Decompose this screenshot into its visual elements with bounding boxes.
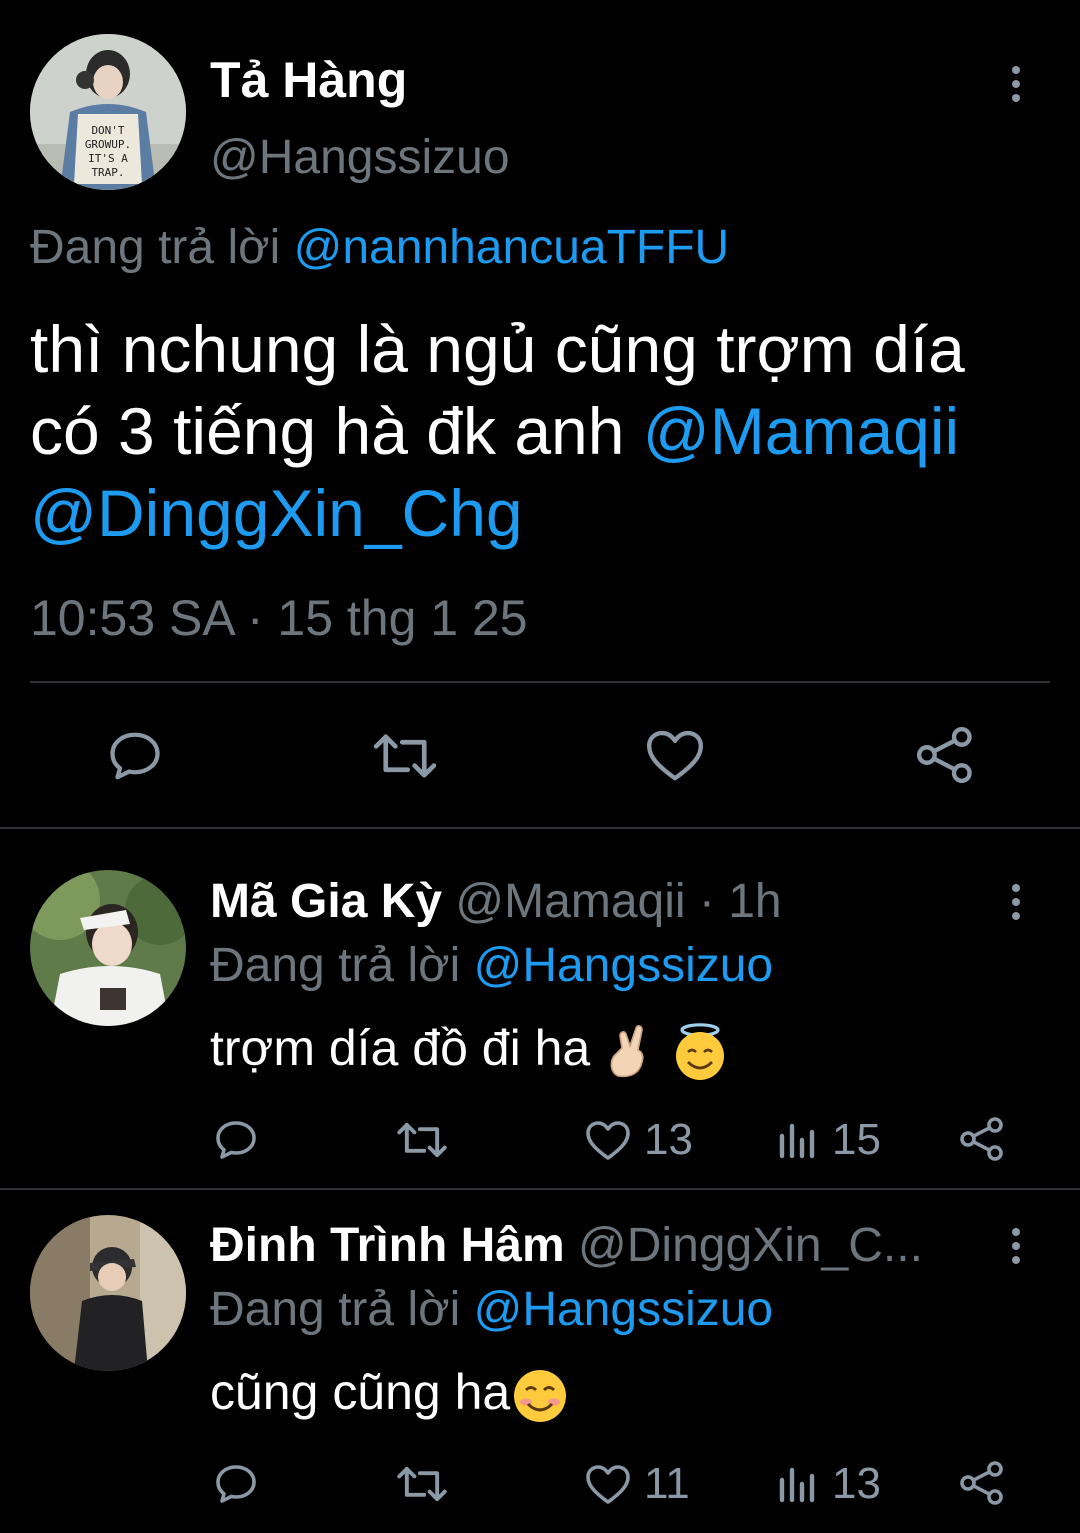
smiling-blush-emoji-icon — [514, 1369, 567, 1422]
reply2-share-button[interactable] — [958, 1458, 1006, 1508]
reply1-text: trợm día đồ đi ha — [210, 1016, 730, 1082]
views-icon — [779, 1123, 815, 1159]
reply1-replying-to[interactable]: @Hangssizuo — [474, 939, 774, 992]
reply1-like-button[interactable]: 13 — [584, 1112, 693, 1168]
retweet-icon — [397, 1122, 447, 1158]
svg-text:DON'T: DON'T — [91, 124, 124, 137]
reply1-replying-line: Đang trả lời @Hangssizuo — [210, 936, 773, 996]
mention-mamaqii[interactable]: @Mamaqii — [643, 394, 959, 468]
main-more-icon[interactable] — [1012, 66, 1020, 108]
like-icon — [586, 1465, 630, 1504]
main-tweet-text: thì nchung là ngủ cũng trợm día có 3 tiế… — [30, 308, 965, 554]
reply2-replying-label: Đang trả lời — [210, 1283, 461, 1336]
like-icon — [646, 730, 704, 781]
main-like-button[interactable] — [644, 726, 706, 784]
reply1-author-name[interactable]: Mã Gia Kỳ — [210, 875, 442, 928]
replying-label: Đang trả lời — [30, 221, 281, 274]
mention-dinggxin[interactable]: @DinggXin_Chg — [30, 472, 965, 554]
views-icon — [779, 1467, 815, 1503]
reply-icon — [216, 1465, 256, 1503]
reply1-time: · 1h — [685, 875, 782, 928]
reply2-like-button[interactable]: 11 — [584, 1456, 690, 1512]
reply2-text: cũng cũng ha — [210, 1360, 570, 1426]
main-author-name[interactable]: Tả Hàng — [210, 50, 407, 110]
crossed-fingers-emoji-icon — [610, 1024, 644, 1077]
reply2-like-count: 11 — [644, 1459, 690, 1508]
main-retweet-button[interactable] — [372, 728, 438, 784]
smiling-halo-emoji-icon — [676, 1022, 725, 1080]
reply2-text-content: cũng cũng ha — [210, 1364, 511, 1420]
svg-text:GROWUP.: GROWUP. — [85, 138, 131, 151]
like-icon — [586, 1121, 630, 1160]
reply-icon — [216, 1121, 256, 1159]
main-divider — [30, 681, 1050, 683]
tweet-text-line2: có 3 tiếng hà đk anh @Mamaqii — [30, 390, 965, 472]
reply2-replying-to[interactable]: @Hangssizuo — [474, 1283, 774, 1336]
main-author-avatar[interactable]: DON'T GROWUP. IT'S A TRAP. — [30, 34, 186, 190]
reply1-text-content: trợm día đồ đi ha — [210, 1020, 591, 1076]
reply2-reply-button[interactable] — [212, 1460, 260, 1508]
reply-icon — [110, 732, 160, 780]
reply2-header: Đinh Trình Hâm @DinggXin_C... — [210, 1216, 923, 1276]
main-share-button[interactable] — [914, 724, 976, 786]
main-author-handle[interactable]: @Hangssizuo — [210, 128, 510, 188]
section-divider-2 — [0, 1188, 1080, 1190]
retweet-icon — [397, 1466, 447, 1502]
reply2-view-count: 13 — [832, 1459, 881, 1508]
share-icon — [960, 1461, 1003, 1505]
reply2-views-button[interactable]: 13 — [776, 1456, 881, 1512]
section-divider-1 — [0, 827, 1080, 829]
reply1-replying-label: Đang trả lời — [210, 939, 461, 992]
reply1-author-handle[interactable]: @Mamaqii — [455, 875, 685, 928]
reply1-retweet-button[interactable] — [396, 1118, 448, 1162]
reply2-more-icon[interactable] — [1012, 1228, 1020, 1270]
reply2-retweet-button[interactable] — [396, 1462, 448, 1506]
reply2-author-handle[interactable]: @DinggXin_C... — [578, 1219, 923, 1272]
share-icon — [916, 726, 972, 784]
replying-to-link[interactable]: @nannhancuaTFFU — [294, 221, 730, 274]
svg-text:TRAP.: TRAP. — [91, 166, 124, 179]
tweet-text-line1: thì nchung là ngủ cũng trợm día — [30, 312, 965, 386]
reply2-replying-line: Đang trả lời @Hangssizuo — [210, 1280, 773, 1340]
main-replying-line: Đang trả lời @nannhancuaTFFU — [30, 218, 729, 278]
tweet-text-line2-text: có 3 tiếng hà đk anh — [30, 394, 625, 468]
main-reply-button[interactable] — [104, 726, 166, 786]
reply1-reply-button[interactable] — [212, 1116, 260, 1164]
reply1-avatar[interactable] — [30, 870, 186, 1026]
reply1-share-button[interactable] — [958, 1114, 1006, 1164]
main-timestamp[interactable]: 10:53 SA · 15 thg 1 25 — [30, 588, 528, 648]
reply1-like-count: 13 — [644, 1115, 693, 1164]
reply1-header: Mã Gia Kỳ @Mamaqii · 1h — [210, 872, 782, 932]
reply1-view-count: 15 — [832, 1115, 881, 1164]
reply2-author-name[interactable]: Đinh Trình Hâm — [210, 1219, 565, 1272]
retweet-icon — [373, 734, 437, 778]
reply1-views-button[interactable]: 15 — [776, 1112, 881, 1168]
reply1-more-icon[interactable] — [1012, 884, 1020, 926]
svg-text:IT'S A: IT'S A — [88, 152, 128, 165]
share-icon — [960, 1117, 1003, 1161]
reply2-avatar[interactable] — [30, 1215, 186, 1371]
